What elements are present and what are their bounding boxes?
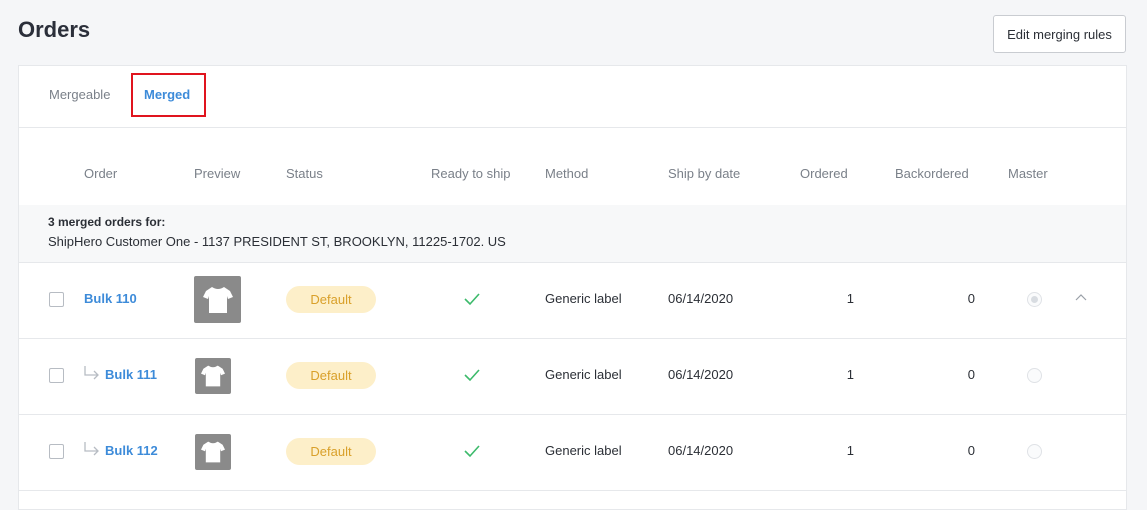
- backordered-cell: 0: [967, 291, 975, 306]
- table-row: Bulk 112 Default Generic label 06/14/202…: [19, 414, 1126, 491]
- order-link[interactable]: Bulk 110: [84, 291, 137, 306]
- order-link[interactable]: Bulk 111: [105, 367, 157, 382]
- ship-by-date-cell: 06/14/2020: [668, 367, 734, 382]
- master-radio[interactable]: [1027, 444, 1042, 459]
- master-radio[interactable]: [1027, 368, 1042, 383]
- status-badge: Default: [286, 438, 376, 465]
- row-checkbox[interactable]: [49, 444, 64, 459]
- column-status[interactable]: Status: [286, 166, 323, 181]
- table-row: Bulk 111 Default Generic label 06/14/202…: [19, 338, 1126, 415]
- orders-card: Mergeable Merged Order Preview Status Re…: [18, 65, 1127, 510]
- chevron-up-icon[interactable]: [1075, 292, 1087, 304]
- method-cell: Generic label: [545, 443, 622, 458]
- row-checkbox[interactable]: [49, 292, 64, 307]
- column-preview: Preview: [194, 166, 241, 181]
- column-master[interactable]: Master: [1008, 166, 1048, 181]
- ordered-cell: 1: [846, 291, 854, 306]
- ship-by-date-cell: 06/14/2020: [668, 443, 734, 458]
- ship-by-date-cell: 06/14/2020: [668, 291, 734, 306]
- status-badge: Default: [286, 362, 376, 389]
- check-icon: [464, 369, 480, 382]
- ordered-cell: 1: [846, 443, 854, 458]
- column-ordered[interactable]: Ordered: [800, 166, 848, 181]
- order-link[interactable]: Bulk 112: [105, 443, 158, 458]
- column-order[interactable]: Order: [84, 166, 117, 181]
- backordered-cell: 0: [967, 443, 975, 458]
- merge-group-address: ShipHero Customer One - 1137 PRESIDENT S…: [48, 234, 506, 249]
- check-icon: [464, 293, 480, 306]
- method-cell: Generic label: [545, 367, 622, 382]
- backordered-cell: 0: [967, 367, 975, 382]
- edit-merging-rules-button[interactable]: Edit merging rules: [993, 15, 1126, 53]
- sub-arrow-icon: [84, 442, 99, 456]
- ordered-cell: 1: [846, 367, 854, 382]
- column-ship-by-date[interactable]: Ship by date: [668, 166, 740, 181]
- tshirt-preview-image: [194, 276, 241, 323]
- column-backordered[interactable]: Backordered: [895, 166, 969, 181]
- tshirt-preview-image: [195, 358, 231, 394]
- column-ready-to-ship[interactable]: Ready to ship: [431, 166, 511, 181]
- merge-group-title: 3 merged orders for:: [48, 215, 166, 229]
- method-cell: Generic label: [545, 291, 622, 306]
- table-header: Order Preview Status Ready to ship Metho…: [19, 127, 1126, 206]
- tabs-bar: Mergeable Merged: [19, 66, 1126, 128]
- tab-mergeable[interactable]: Mergeable: [49, 87, 110, 102]
- master-radio[interactable]: [1027, 292, 1042, 307]
- page-title: Orders: [18, 17, 91, 42]
- sub-arrow-icon: [84, 366, 99, 380]
- tab-merged[interactable]: Merged: [144, 87, 190, 102]
- table-row: Bulk 110 Default Generic label 06/14/202…: [19, 262, 1126, 339]
- column-method[interactable]: Method: [545, 166, 588, 181]
- row-checkbox[interactable]: [49, 368, 64, 383]
- merge-group-header: 3 merged orders for: ShipHero Customer O…: [19, 205, 1126, 263]
- check-icon: [464, 445, 480, 458]
- status-badge: Default: [286, 286, 376, 313]
- tshirt-preview-image: [195, 434, 231, 470]
